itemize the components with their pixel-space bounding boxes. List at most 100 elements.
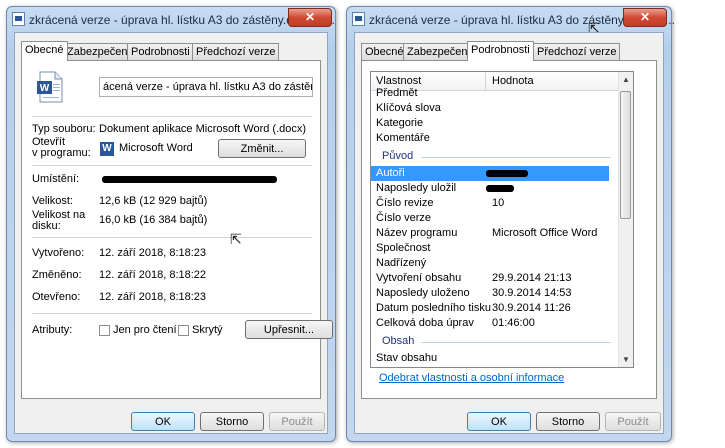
size-on-disk-label-2: disku: — [32, 220, 61, 232]
property-name: Nadřízený — [376, 257, 427, 269]
list-item[interactable]: Komentáře — [371, 131, 619, 146]
cancel-button[interactable]: Storno — [536, 412, 600, 431]
opens-with-value: Microsoft Word — [119, 142, 193, 154]
property-name: Komentáře — [376, 132, 430, 144]
cancel-button[interactable]: Storno — [200, 412, 264, 431]
hidden-checkbox[interactable] — [178, 325, 189, 336]
property-name: Společnost — [376, 242, 431, 254]
close-button[interactable]: ✕ — [288, 8, 332, 27]
readonly-label: Jen pro čtení — [113, 324, 177, 336]
property-name: Naposledy uloženo — [376, 287, 470, 299]
property-name: Celková doba úprav — [376, 317, 474, 329]
group-header-content: Obsah — [371, 334, 619, 349]
list-item[interactable]: Naposledy uloženo 30.9.2014 14:53 — [371, 286, 619, 301]
redacted-location — [102, 176, 277, 183]
advanced-button[interactable]: Upřesnit... — [245, 320, 333, 339]
list-item[interactable]: Číslo revize 10 — [371, 196, 619, 211]
list-item-selected[interactable]: Autoři — [371, 166, 609, 181]
property-name: Číslo revize — [376, 197, 434, 209]
title-bar[interactable]: zkrácená verze - úprava hl. lístku A3 do… — [347, 7, 675, 36]
scroll-up-icon[interactable]: ▲ — [622, 75, 630, 84]
list-item[interactable]: Datum posledního tisku 30.9.2014 11:26 — [371, 301, 619, 316]
attributes-label: Atributy: — [32, 324, 73, 336]
list-item[interactable]: Společnost — [371, 241, 619, 256]
close-button[interactable]: ✕ — [623, 8, 667, 27]
accessed-label: Otevřeno: — [32, 291, 81, 303]
properties-dialog-details: zkrácená verze - úprava hl. lístku A3 do… — [346, 6, 675, 442]
property-list[interactable]: Vlastnost Hodnota Předmět Klíčová slova … — [370, 71, 634, 368]
list-item[interactable]: Klíčová slova — [371, 101, 619, 116]
list-item[interactable]: Číslo verze — [371, 211, 619, 226]
group-line — [421, 342, 611, 343]
list-item[interactable]: Naposledy uložil — [371, 181, 619, 196]
tab-security[interactable]: Zabezpečení — [63, 43, 135, 60]
word-document-icon — [12, 12, 25, 26]
modified-label: Změněno: — [32, 269, 82, 281]
property-name: Vytvoření obsahu — [376, 272, 462, 284]
ok-button[interactable]: OK — [131, 412, 195, 431]
list-item[interactable]: Předmět — [371, 86, 619, 101]
general-panel: W ácená verze - úprava hl. lístku A3 do … — [21, 60, 333, 399]
separator — [32, 313, 312, 314]
tab-previous-versions[interactable]: Předchozí verze — [533, 43, 621, 60]
property-value: 30.9.2014 14:53 — [492, 287, 572, 299]
list-item[interactable]: Vytvoření obsahu 29.9.2014 21:13 — [371, 271, 619, 286]
group-title: Obsah — [382, 335, 415, 347]
property-value: Microsoft Office Word — [492, 227, 598, 239]
tab-previous-versions[interactable]: Předchozí verze — [192, 43, 280, 60]
filename-input[interactable]: ácená verze - úprava hl. lístku A3 do zá… — [99, 77, 313, 97]
remove-properties-link[interactable]: Odebrat vlastnosti a osobní informace — [379, 372, 564, 384]
separator — [32, 116, 312, 117]
file-type-label: Typ souboru: — [32, 123, 96, 135]
tab-general[interactable]: Obecné — [361, 43, 408, 60]
list-item[interactable]: Celková doba úprav 01:46:00 — [371, 316, 619, 331]
tab-general[interactable]: Obecné — [21, 41, 68, 61]
opens-with-label-2: v programu: — [32, 147, 91, 159]
property-name: Číslo verze — [376, 212, 432, 224]
readonly-checkbox[interactable] — [99, 325, 110, 336]
apply-button[interactable]: Použít — [269, 412, 325, 431]
size-label: Velikost: — [32, 195, 73, 207]
apply-button[interactable]: Použít — [605, 412, 661, 431]
redacted-author — [486, 170, 528, 177]
list-item[interactable]: Stav obsahu — [371, 351, 619, 366]
modified-value: 12. září 2018, 8:18:22 — [99, 269, 207, 281]
hidden-label: Skrytý — [192, 324, 223, 336]
property-name: Autoři — [376, 167, 405, 179]
dialog-client: Obecné Zabezpečení Podrobnosti Předchozí… — [14, 32, 333, 434]
size-on-disk-value: 16,0 kB (16 384 bajtů) — [99, 214, 208, 226]
size-value: 12,6 kB (12 929 bajtů) — [99, 195, 208, 207]
created-value: 12. září 2018, 8:18:23 — [99, 247, 207, 259]
word-app-icon: W — [100, 142, 114, 156]
svg-text:W: W — [40, 83, 50, 94]
scrollbar-thumb[interactable] — [620, 91, 631, 219]
group-title: Původ — [382, 150, 414, 162]
tab-details[interactable]: Podrobnosti — [127, 43, 194, 60]
separator — [32, 237, 312, 238]
group-line — [421, 157, 611, 158]
redacted-last-saved-by — [486, 185, 514, 192]
property-value: 10 — [492, 197, 505, 209]
details-panel: Vlastnost Hodnota Předmět Klíčová slova … — [361, 60, 657, 399]
property-value: 30.9.2014 11:26 — [492, 302, 571, 314]
tab-details[interactable]: Podrobnosti — [467, 41, 534, 61]
dialog-client: Obecné Zabezpečení Podrobnosti Předchozí… — [354, 32, 664, 434]
property-name: Kategorie — [376, 117, 424, 129]
tab-security[interactable]: Zabezpečení — [403, 43, 475, 60]
property-name: Naposledy uložil — [376, 182, 457, 194]
property-value: 01:46:00 — [492, 317, 535, 329]
property-name: Předmět — [376, 87, 418, 99]
scroll-down-icon[interactable]: ▼ — [622, 355, 630, 364]
list-item[interactable]: Kategorie — [371, 116, 619, 131]
list-item[interactable]: Název programu Microsoft Office Word — [371, 226, 619, 241]
word-document-icon — [352, 12, 365, 26]
location-label: Umístění: — [32, 173, 80, 185]
change-button[interactable]: Změnit... — [218, 139, 306, 158]
mouse-cursor-icon: ⇱ — [230, 231, 242, 247]
ok-button[interactable]: OK — [467, 412, 531, 431]
title-bar[interactable]: zkrácená verze - úprava hl. lístku A3 do… — [7, 7, 335, 31]
list-item[interactable]: Nadřízený — [371, 256, 619, 271]
property-value: 29.9.2014 21:13 — [492, 272, 572, 284]
property-name: Stav obsahu — [376, 352, 438, 364]
vertical-scrollbar[interactable]: ▲ ▼ — [618, 72, 633, 367]
